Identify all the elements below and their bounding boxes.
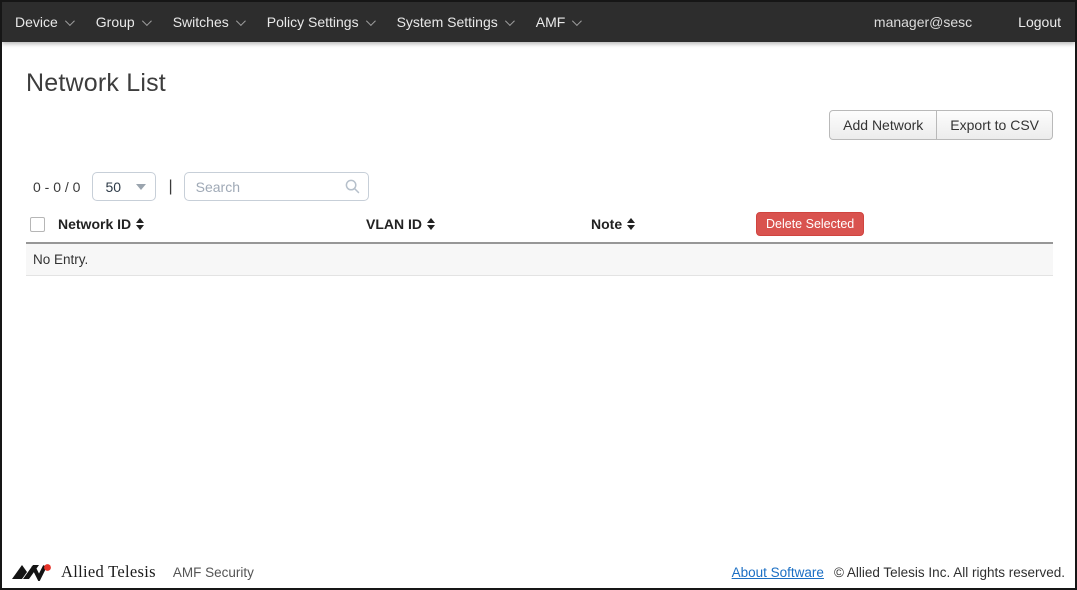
empty-message: No Entry. <box>26 243 1053 276</box>
nav-item-device[interactable]: Device <box>3 2 84 42</box>
chevron-down-icon <box>572 16 582 26</box>
add-network-button[interactable]: Add Network <box>829 110 937 140</box>
column-header-vlan-id[interactable]: VLAN ID <box>366 216 435 232</box>
result-range-text: 0 - 0 / 0 <box>33 179 80 195</box>
about-software-link[interactable]: About Software <box>732 565 824 580</box>
nav-item-amf[interactable]: AMF <box>524 2 592 42</box>
sort-icon <box>627 218 635 230</box>
controls-separator: | <box>168 178 172 196</box>
app-window: Device Group Switches Policy Settings Sy… <box>0 0 1077 590</box>
nav-item-label: Switches <box>173 14 229 30</box>
network-table: Network ID VLAN ID Note <box>26 207 1053 276</box>
page-size-select[interactable]: 50 <box>92 172 156 201</box>
search-input[interactable] <box>184 172 369 201</box>
sort-icon <box>427 218 435 230</box>
allied-telesis-logo-icon <box>12 563 54 581</box>
nav-item-label: Group <box>96 14 135 30</box>
nav-item-group[interactable]: Group <box>84 2 161 42</box>
list-controls: 0 - 0 / 0 50 | <box>33 172 1053 201</box>
export-csv-button[interactable]: Export to CSV <box>936 110 1053 140</box>
nav-item-label: Policy Settings <box>267 14 359 30</box>
logout-button[interactable]: Logout <box>1018 14 1061 30</box>
nav-item-label: System Settings <box>397 14 498 30</box>
chevron-down-icon <box>366 16 376 26</box>
nav-item-policy-settings[interactable]: Policy Settings <box>255 2 385 42</box>
table-empty-row: No Entry. <box>26 243 1053 276</box>
page-title: Network List <box>26 69 1053 98</box>
select-all-checkbox[interactable] <box>30 217 45 232</box>
column-header-network-id[interactable]: Network ID <box>58 216 144 232</box>
nav-item-switches[interactable]: Switches <box>161 2 255 42</box>
top-navbar: Device Group Switches Policy Settings Sy… <box>2 2 1075 42</box>
logged-in-user: manager@sesc <box>874 14 972 30</box>
table-header-row: Network ID VLAN ID Note <box>26 207 1053 243</box>
chevron-down-icon <box>65 16 75 26</box>
product-name: AMF Security <box>173 565 254 580</box>
delete-selected-button[interactable]: Delete Selected <box>756 212 864 236</box>
copyright-text: © Allied Telesis Inc. All rights reserve… <box>834 565 1065 580</box>
page-footer: Allied Telesis AMF Security About Softwa… <box>2 556 1075 588</box>
toolbar: Add Network Export to CSV <box>26 110 1053 140</box>
column-header-note[interactable]: Note <box>591 216 635 232</box>
chevron-down-icon <box>142 16 152 26</box>
dropdown-arrow-icon <box>136 184 146 190</box>
nav-item-label: AMF <box>536 14 566 30</box>
chevron-down-icon <box>236 16 246 26</box>
nav-item-label: Device <box>15 14 58 30</box>
chevron-down-icon <box>505 16 515 26</box>
nav-item-system-settings[interactable]: System Settings <box>385 2 524 42</box>
brand-name: Allied Telesis <box>61 562 156 582</box>
page-size-value: 50 <box>105 179 136 195</box>
sort-icon <box>136 218 144 230</box>
